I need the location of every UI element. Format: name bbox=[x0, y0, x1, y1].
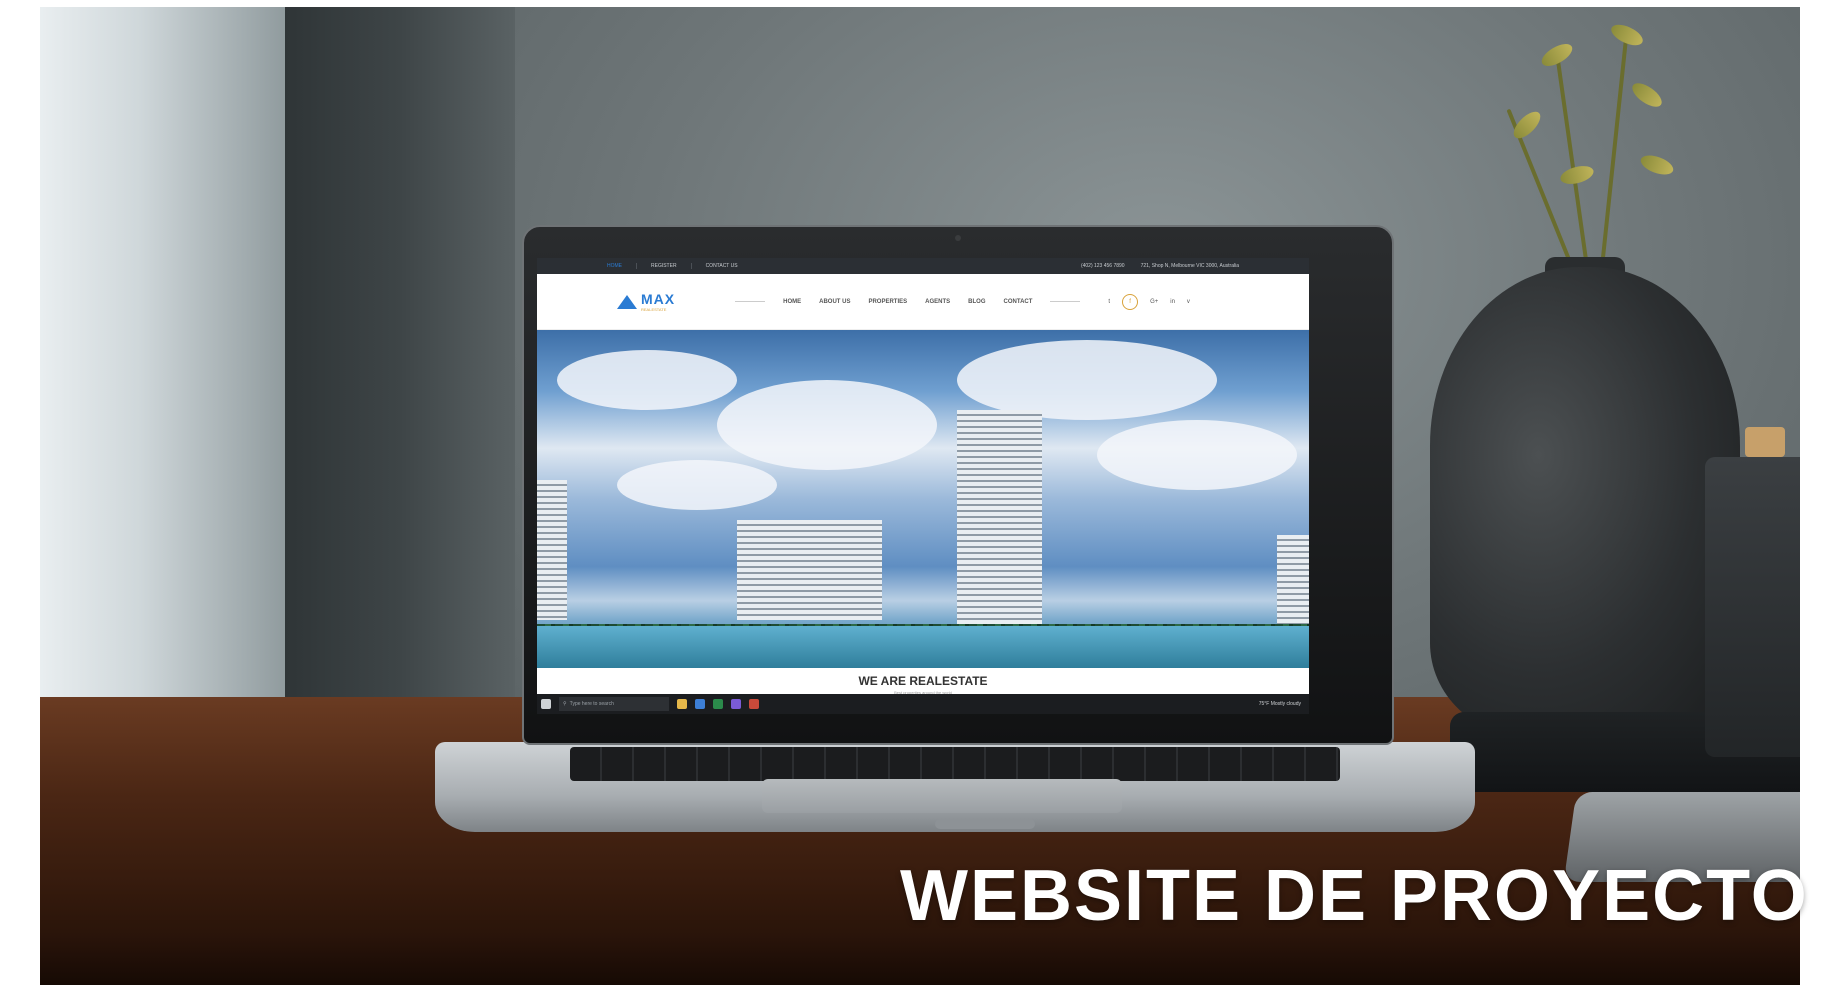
topbar-separator bbox=[690, 263, 692, 269]
topbar-separator bbox=[636, 263, 637, 269]
menu-divider bbox=[1050, 301, 1081, 302]
taskbar-app-icon[interactable] bbox=[677, 699, 687, 709]
taskbar-app-icon[interactable] bbox=[713, 699, 723, 709]
house-logo-icon bbox=[617, 294, 637, 309]
window-light bbox=[40, 7, 290, 737]
nav-blog[interactable]: BLOG bbox=[968, 299, 985, 305]
cloud bbox=[1097, 420, 1297, 490]
laptop-keyboard bbox=[570, 747, 1340, 781]
nav-agents[interactable]: AGENTS bbox=[925, 299, 950, 305]
building-mid bbox=[737, 520, 882, 620]
social-links: t f G+ in v bbox=[1108, 293, 1190, 310]
topbar-link-contact[interactable]: CONTACT US bbox=[706, 263, 738, 269]
phone-text: (402) 123 456 7890 bbox=[1080, 263, 1125, 269]
topbar-link-home[interactable]: HOME bbox=[607, 263, 622, 269]
menu-divider bbox=[735, 301, 766, 302]
windows-start-icon[interactable] bbox=[541, 699, 551, 709]
facebook-icon[interactable]: f bbox=[1122, 293, 1139, 310]
google-plus-icon[interactable]: G+ bbox=[1150, 299, 1158, 305]
cloud bbox=[617, 460, 777, 510]
linkedin-icon[interactable]: in bbox=[1170, 299, 1175, 305]
nav-contact[interactable]: CONTACT bbox=[1004, 299, 1033, 305]
nav-properties[interactable]: PROPERTIES bbox=[868, 299, 907, 305]
window-frame bbox=[285, 7, 515, 737]
address-text: 721, Shop N, Melbourne VIC 3000, Austral… bbox=[1140, 263, 1239, 269]
taskbar-search[interactable]: ⚲ Type here to search bbox=[559, 697, 669, 711]
laptop-screen: HOME REGISTER CONTACT US (402) 123 456 7… bbox=[537, 258, 1309, 714]
main-menu: HOME ABOUT US PROPERTIES AGENTS BLOG CON… bbox=[735, 299, 1081, 305]
twitter-icon[interactable]: t bbox=[1108, 299, 1110, 305]
laptop-front-notch bbox=[935, 819, 1035, 829]
cloud bbox=[717, 380, 937, 470]
camera-icon bbox=[955, 235, 961, 241]
vimeo-icon[interactable]: v bbox=[1187, 299, 1190, 305]
topbar-contact-info: (402) 123 456 7890 721, Shop N, Melbourn… bbox=[1081, 263, 1239, 269]
tower-right bbox=[1277, 535, 1309, 625]
caption-title: WEBSITE DE PROYECTO bbox=[900, 856, 1809, 936]
search-icon: ⚲ bbox=[563, 701, 567, 707]
system-tray: 75°F Mostly cloudy bbox=[1259, 701, 1309, 707]
taskbar-app-icon[interactable] bbox=[749, 699, 759, 709]
vase bbox=[1430, 267, 1740, 737]
nav-about[interactable]: ABOUT US bbox=[819, 299, 850, 305]
site-topbar: HOME REGISTER CONTACT US (402) 123 456 7… bbox=[537, 258, 1309, 274]
hero-image bbox=[537, 330, 1309, 668]
windows-taskbar: ⚲ Type here to search 75°F Mostly cloudy bbox=[537, 694, 1309, 714]
table-edge bbox=[40, 935, 1800, 985]
laptop-trackpad bbox=[762, 779, 1122, 813]
cloud bbox=[957, 340, 1217, 420]
nav-home[interactable]: HOME bbox=[783, 299, 801, 305]
cloud bbox=[557, 350, 737, 410]
logo-name: MAX bbox=[641, 291, 676, 307]
weather-text[interactable]: 75°F Mostly cloudy bbox=[1259, 701, 1301, 707]
logo-sub: REALESTATE bbox=[641, 307, 667, 312]
section-title: WE ARE REALESTATE bbox=[858, 674, 988, 688]
tower-left bbox=[537, 480, 567, 620]
taskbar-app-icon[interactable] bbox=[731, 699, 741, 709]
search-placeholder: Type here to search bbox=[569, 701, 614, 707]
site-navbar: MAX REALESTATE HOME ABOUT US PROPERTIES … bbox=[537, 274, 1309, 330]
speaker-device bbox=[1705, 457, 1800, 757]
speaker-top bbox=[1745, 427, 1785, 457]
site-logo[interactable]: MAX REALESTATE bbox=[617, 291, 675, 312]
pool bbox=[537, 626, 1309, 668]
taskbar-app-icon[interactable] bbox=[695, 699, 705, 709]
topbar-link-register[interactable]: REGISTER bbox=[651, 263, 677, 269]
tower-center bbox=[957, 410, 1042, 630]
